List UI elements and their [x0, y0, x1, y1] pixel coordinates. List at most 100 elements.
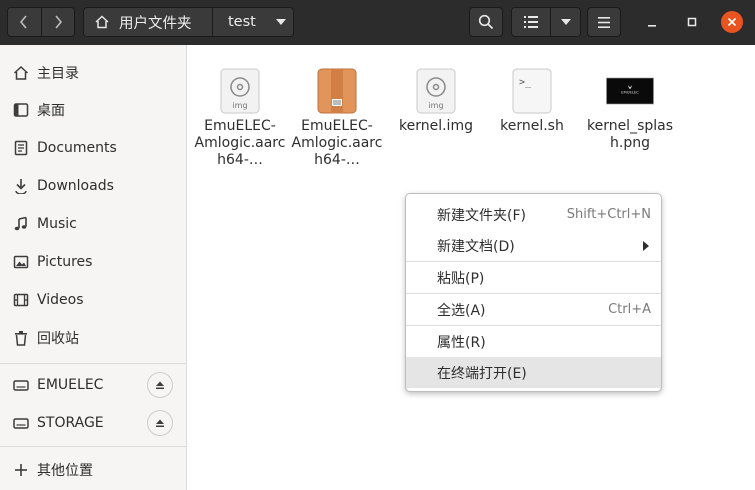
sidebar-item-home[interactable]: 主目录 — [0, 55, 186, 91]
chevron-left-icon — [20, 15, 27, 29]
sidebar-item-other-locations[interactable]: 其他位置 — [0, 452, 186, 488]
nav-buttons — [7, 7, 75, 37]
search-icon — [478, 14, 494, 30]
submenu-arrow-icon — [643, 240, 649, 251]
menu-item-paste[interactable]: 粘贴(P) — [406, 262, 661, 293]
plus-icon — [11, 460, 31, 480]
sidebar-item-documents[interactable]: Documents — [0, 130, 186, 166]
sidebar-item-videos[interactable]: Videos — [0, 282, 186, 318]
menu-item-open-in-terminal[interactable]: 在终端打开(E) — [406, 357, 661, 388]
context-menu: 新建文件夹(F) Shift+Ctrl+N 新建文档(D) 粘贴(P) 全选(A… — [405, 193, 662, 392]
sidebar-item-label: STORAGE — [37, 415, 104, 431]
menu-item-accel: Ctrl+A — [608, 302, 651, 317]
drive-icon — [11, 375, 31, 395]
menu-item-properties[interactable]: 属性(R) — [406, 326, 661, 357]
back-button[interactable] — [8, 8, 41, 36]
menu-item-label: 在终端打开(E) — [437, 365, 527, 382]
sidebar-item-label: Documents — [37, 140, 117, 156]
file-name: kernel.img — [399, 118, 473, 134]
menu-item-label: 属性(R) — [437, 334, 486, 351]
hamburger-icon — [598, 16, 610, 28]
file-name: kernel.sh — [500, 118, 564, 134]
script-icon: >_ — [508, 67, 556, 115]
caret-down-icon — [560, 19, 571, 25]
music-icon — [11, 214, 31, 234]
eject-button[interactable] — [147, 372, 173, 398]
documents-icon — [11, 138, 31, 158]
sidebar-item-desktop[interactable]: 桌面 — [0, 92, 186, 128]
sidebar-item-label: EMUELEC — [37, 377, 104, 393]
menu-button[interactable] — [587, 7, 621, 37]
menu-item-label: 新建文件夹(F) — [437, 207, 526, 224]
file-item[interactable]: img EmuELEC-Amlogic.aarch64-… — [194, 67, 286, 169]
home-icon — [95, 15, 109, 29]
icon-text: EMUELEC — [621, 90, 639, 94]
view-buttons — [511, 7, 581, 37]
path-home-button[interactable]: 用户文件夹 — [84, 8, 212, 36]
file-name: kernel_splash.png — [586, 118, 674, 151]
file-item[interactable]: img kernel.img — [390, 67, 482, 135]
file-name: EmuELEC-Amlogic.aarch64-… — [194, 118, 286, 168]
icon-text: >_ — [519, 77, 532, 88]
sidebar-item-pictures[interactable]: Pictures — [0, 244, 186, 280]
downloads-icon — [11, 176, 31, 196]
search-button[interactable] — [469, 7, 503, 37]
image-thumbnail-icon: EMUELEC — [606, 67, 654, 115]
minimize-button[interactable] — [641, 11, 663, 33]
sidebar-item-label: 其他位置 — [37, 463, 93, 479]
maximize-button[interactable] — [681, 11, 703, 33]
sidebar-item-music[interactable]: Music — [0, 206, 186, 242]
close-button[interactable] — [721, 11, 743, 33]
sidebar-item-label: 回收站 — [37, 331, 79, 347]
menu-item-select-all[interactable]: 全选(A) Ctrl+A — [406, 294, 661, 325]
disc-image-icon: img — [412, 67, 460, 115]
sidebar-separator — [0, 363, 186, 364]
path-bar: 用户文件夹 test — [83, 7, 294, 37]
drive-icon — [11, 413, 31, 433]
menu-item-new-document[interactable]: 新建文档(D) — [406, 230, 661, 261]
pictures-icon — [11, 252, 31, 272]
view-options-button[interactable] — [550, 8, 580, 36]
forward-button[interactable] — [40, 8, 74, 36]
minimize-icon — [648, 25, 656, 27]
eject-button[interactable] — [147, 410, 173, 436]
archive-icon — [313, 67, 361, 115]
menu-item-new-folder[interactable]: 新建文件夹(F) Shift+Ctrl+N — [406, 199, 661, 230]
list-view-button[interactable] — [512, 8, 550, 36]
sidebar-item-emuelec[interactable]: EMUELEC — [0, 367, 186, 403]
chevron-right-icon — [55, 15, 62, 29]
sidebar-item-downloads[interactable]: Downloads — [0, 168, 186, 204]
sidebar: 主目录 桌面 Documents Downloads Music Picture… — [0, 45, 187, 490]
maximize-icon — [687, 17, 697, 27]
sidebar-item-label: Music — [37, 216, 77, 232]
disc-image-icon: img — [216, 67, 264, 115]
close-icon — [727, 17, 737, 27]
icon-text: img — [428, 101, 443, 110]
menu-item-label: 新建文档(D) — [437, 238, 515, 255]
sidebar-item-storage[interactable]: STORAGE — [0, 405, 186, 441]
menu-item-accel: Shift+Ctrl+N — [566, 207, 651, 222]
menu-item-label: 粘贴(P) — [437, 270, 485, 287]
path-home-label: 用户文件夹 — [119, 15, 192, 32]
icon-text: img — [232, 101, 247, 110]
eject-icon — [156, 381, 164, 389]
path-current-button[interactable]: test — [212, 8, 293, 36]
sidebar-item-label: Videos — [37, 292, 84, 308]
header-bar: 用户文件夹 test — [0, 0, 755, 45]
eject-icon — [156, 419, 164, 427]
desktop-icon — [11, 100, 31, 120]
trash-icon — [11, 328, 31, 348]
sidebar-item-trash[interactable]: 回收站 — [0, 320, 186, 356]
videos-icon — [11, 290, 31, 310]
sidebar-item-label: Downloads — [37, 178, 114, 194]
sidebar-item-label: 主目录 — [37, 66, 79, 82]
sidebar-item-label: 桌面 — [37, 103, 65, 119]
file-item[interactable]: EMUELEC kernel_splash.png — [584, 67, 676, 152]
path-current-label: test — [228, 14, 256, 30]
file-item[interactable]: >_ kernel.sh — [486, 67, 578, 135]
caret-down-icon — [275, 19, 286, 25]
file-item[interactable]: EmuELEC-Amlogic.aarch64-… — [291, 67, 383, 169]
sidebar-separator — [0, 446, 186, 447]
list-view-icon — [524, 16, 538, 28]
file-name: EmuELEC-Amlogic.aarch64-… — [291, 118, 383, 168]
